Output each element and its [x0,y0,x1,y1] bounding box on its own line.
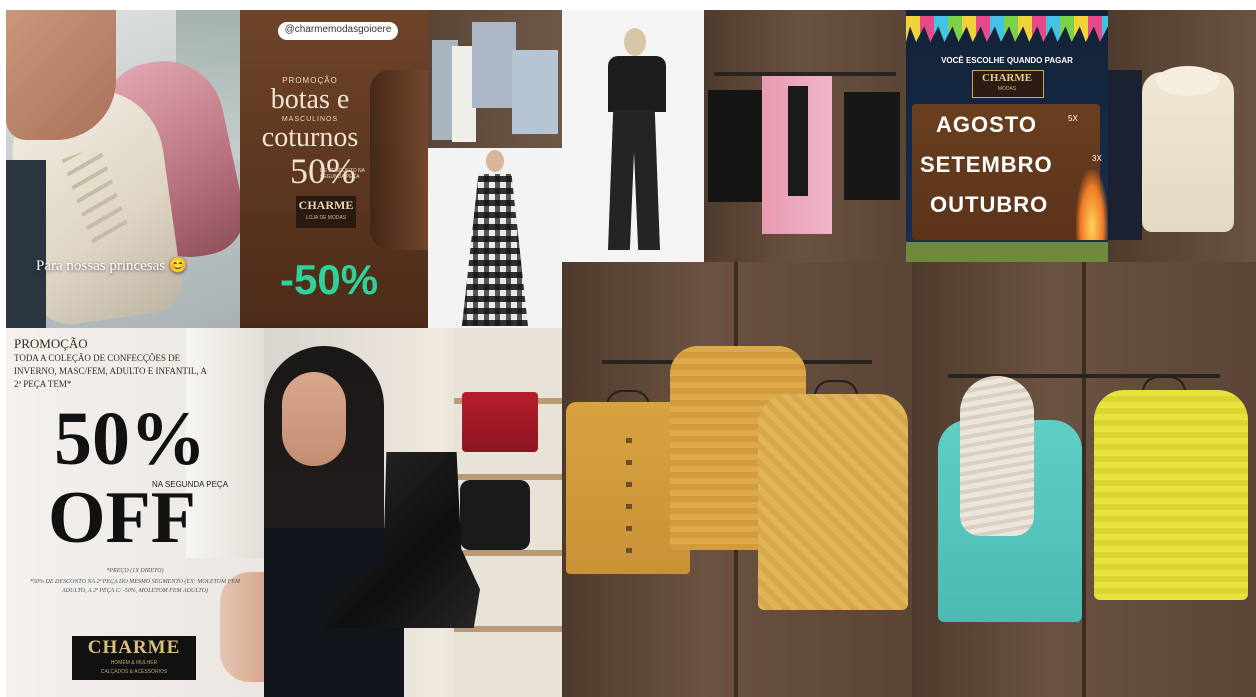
black-cardigan-right [844,92,900,200]
month-outubro: OUTUBRO [930,192,1049,217]
bonfire [1076,170,1108,240]
boot-background-shape [370,70,428,250]
black-shoes-shelf [460,480,530,550]
door-panel-line [1082,262,1086,697]
instagram-handle: @charmemodasgoioere [284,24,392,35]
promo-title-line1: botas e [270,84,350,115]
cream-sweater-photo [1108,10,1256,262]
promo-eyebrow: PROMOÇÃO [14,336,88,351]
turquoise-yellow-photo [912,262,1256,697]
charme-logo: CHARME [298,198,354,212]
model-hair [624,28,646,56]
charme-logo-sub2: CALÇADOS & ACESSÓRIOS [100,669,168,675]
plaid-overlay [462,174,528,326]
installment-5x: 5X [1068,114,1078,123]
navy-sweater [1108,70,1142,240]
charme-logo-sub: LOJA DE MODAS [305,215,347,221]
charme-logo-sub: HOMEM & MULHER [110,660,158,666]
cardigans-rack-photo [704,10,906,262]
woman-face [282,372,346,466]
blue-sweater [472,22,516,108]
black-cardigan-left [708,90,764,202]
grass-strip [906,242,1108,262]
black-outfit-photo [562,10,704,262]
charme-logo: CHARME [87,637,181,658]
payment-headline: VOCÊ ESCOLHE QUANDO PAGAR [941,56,1073,65]
plaid-coat-photo [428,148,562,328]
black-jacket [608,56,666,112]
payment-promo-tile: VOCÊ ESCOLHE QUANDO PAGAR CHARME MODAS A… [906,10,1108,262]
charme-logo: CHARME [981,72,1033,84]
promo-off-tile: PROMOÇÃO TODA A COLEÇÃO DE CONFECÇÕES DE… [6,328,264,697]
cream-sweater [1142,72,1234,232]
red-handbag [462,392,538,452]
mustard-knit-sweater [758,394,908,610]
black-trousers [608,110,660,250]
month-agosto: AGOSTO [936,112,1037,137]
black-top [788,86,808,196]
charme-logo-sub: MODAS [997,86,1017,92]
mustard-sweaters-photo [562,262,912,697]
boots-promo-tile: @charmemodasgoioere PROMOÇÃO botas e MAS… [240,10,428,328]
fur-collar [1156,66,1220,96]
promo-off: OFF [48,477,196,559]
boot-video-photo [264,328,562,697]
dark-floor [6,160,46,328]
discount-badge: -50% [280,256,379,303]
cardigan-buttons [626,438,632,558]
hand [6,10,116,140]
fine-print-1: *PREÇO (1X DIRETO) [106,568,164,574]
promo-body: TODA A COLEÇÃO DE CONFECÇÕES DE INVERNO,… [14,353,207,389]
sweaters-rack-photo [428,10,562,148]
fine-print-2: *50% DE DESCONTO NA 2ª PEÇA DO MESMO SEG… [30,579,240,594]
bunting-flags [906,16,1108,42]
light-blue-sweater [512,50,558,134]
cream-scarf [960,376,1034,536]
yellow-sweater [1094,390,1248,600]
kids-boots-photo: Para nossas princesas 😊 [6,10,240,328]
promo-percent: 50% [54,397,206,481]
kids-boots-caption: Para nossas princesas 😊 [36,258,188,274]
month-setembro: SETEMBRO [920,152,1053,177]
model-head [486,150,504,172]
installment-3x: 3X [1092,154,1102,163]
